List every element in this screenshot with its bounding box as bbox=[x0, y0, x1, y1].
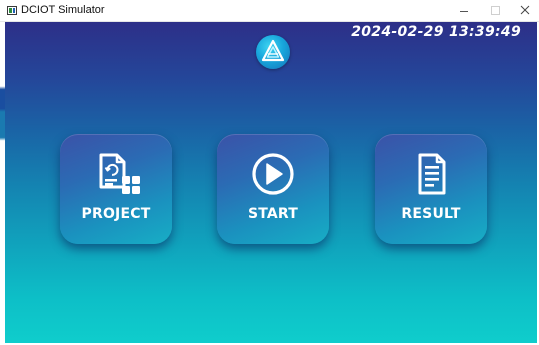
title-bar[interactable]: DCIOT Simulator bbox=[0, 0, 539, 22]
app-window: DCIOT Simulator 2024-02-29 13:39:49 PROJ… bbox=[0, 0, 539, 345]
project-label: PROJECT bbox=[81, 206, 151, 222]
datetime-display: 2024-02-29 13:39:49 bbox=[351, 24, 521, 40]
minimize-button[interactable] bbox=[449, 0, 479, 21]
main-panel: 2024-02-29 13:39:49 PROJECT START RESULT bbox=[5, 22, 537, 343]
project-button[interactable]: PROJECT bbox=[60, 134, 172, 244]
triangle-logo-icon bbox=[261, 39, 285, 62]
result-button[interactable]: RESULT bbox=[375, 134, 487, 244]
start-button[interactable]: START bbox=[217, 134, 329, 244]
start-label: START bbox=[247, 206, 299, 222]
project-document-grid-icon bbox=[99, 153, 140, 194]
window-title: DCIOT Simulator bbox=[21, 4, 105, 16]
result-label: RESULT bbox=[401, 206, 461, 222]
close-icon bbox=[520, 5, 530, 15]
close-button[interactable] bbox=[510, 0, 539, 21]
maximize-icon bbox=[491, 6, 500, 15]
minimize-icon bbox=[460, 11, 468, 12]
play-icon bbox=[252, 153, 294, 195]
document-lines-icon bbox=[418, 153, 446, 195]
app-icon bbox=[7, 6, 17, 15]
maximize-button[interactable] bbox=[480, 0, 510, 21]
logo bbox=[256, 35, 290, 69]
